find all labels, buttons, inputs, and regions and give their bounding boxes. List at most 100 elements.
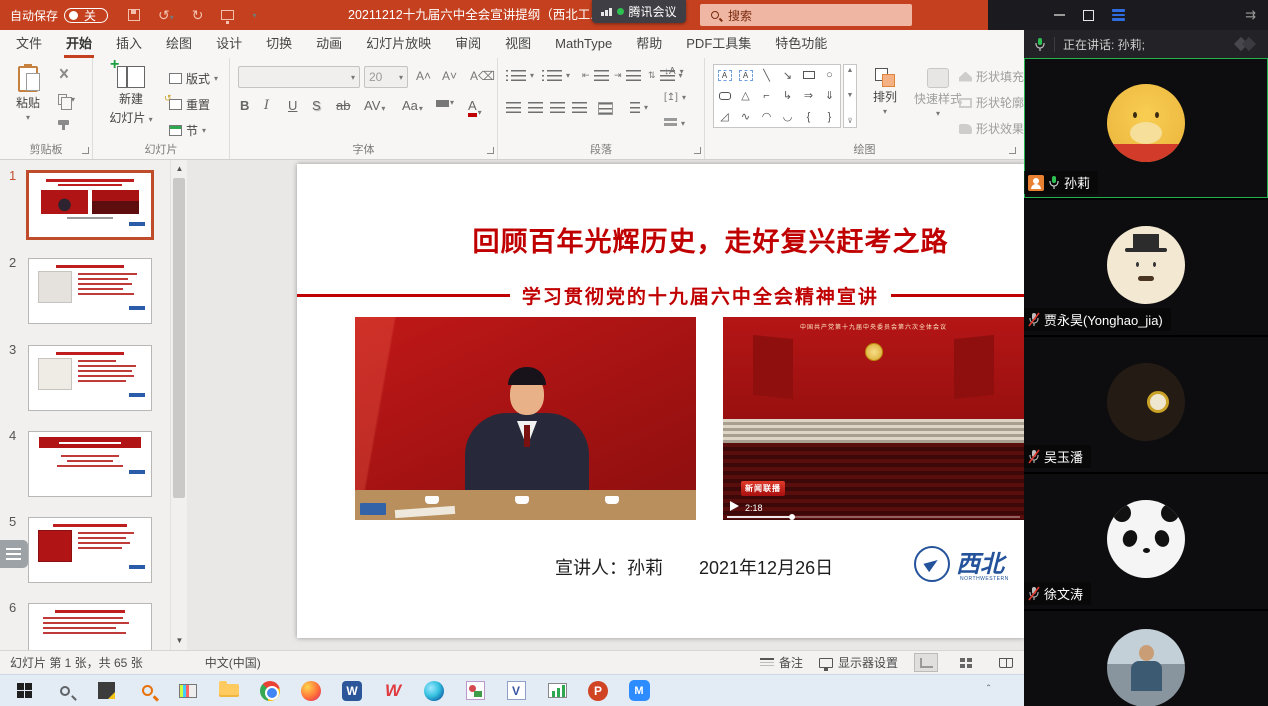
clipboard-dialog-launcher[interactable]: [82, 147, 89, 154]
italic-button[interactable]: I: [264, 98, 269, 113]
scrollbar-thumb[interactable]: [173, 178, 185, 498]
participant-tile[interactable]: 吴玉潘: [1024, 337, 1268, 474]
elbow-connector-icon[interactable]: ⌐: [763, 90, 769, 102]
tab-insert[interactable]: 插入: [104, 30, 154, 58]
participant-tile[interactable]: 贾永昊(Yonghao_jia): [1024, 200, 1268, 337]
tab-animations[interactable]: 动画: [304, 30, 354, 58]
slide-thumbnail-2[interactable]: [28, 258, 152, 324]
rounded-rectangle-shape-icon[interactable]: [719, 92, 731, 100]
paste-button[interactable]: 粘贴▾: [8, 66, 48, 122]
menu-icon[interactable]: [1112, 9, 1125, 21]
video-progress-bar[interactable]: [727, 516, 1020, 518]
notes-app-icon[interactable]: [94, 679, 118, 703]
normal-view-button[interactable]: [914, 653, 938, 672]
textbox-horizontal-icon[interactable]: A: [718, 70, 732, 81]
textbox-vertical-icon[interactable]: A: [739, 70, 753, 81]
shapes-gallery[interactable]: A A ╲ ↘ ○ △ ⌐ ↳ ⇒ ⇓ ◿ ∿ ◠ ◡ { }: [713, 64, 841, 128]
slide-thumbnail-5[interactable]: [28, 517, 152, 583]
news-video-player[interactable]: 中国共产党第十九届中央委员会第六次全体会议 新闻联播 2:18: [723, 317, 1024, 520]
elbow-arrow-connector-icon[interactable]: ↳: [783, 89, 792, 102]
slide-thumbnail-1[interactable]: [26, 170, 154, 240]
clear-formatting-button[interactable]: A⌫: [470, 69, 495, 83]
tab-draw[interactable]: 绘图: [154, 30, 204, 58]
shape-fill-button[interactable]: 形状填充▾: [959, 68, 1032, 85]
section-button[interactable]: 节▾: [169, 122, 206, 139]
file-explorer-icon[interactable]: [217, 679, 241, 703]
highlight-button[interactable]: ▾: [436, 98, 454, 107]
tab-pdf-tools[interactable]: PDF工具集: [674, 30, 763, 58]
numbering-button[interactable]: ▾: [542, 70, 570, 81]
side-panel-handle[interactable]: [0, 540, 28, 568]
tab-help[interactable]: 帮助: [624, 30, 674, 58]
start-slideshow-icon[interactable]: [221, 10, 234, 20]
character-spacing-button[interactable]: AV▾: [364, 98, 385, 113]
oval-shape-icon[interactable]: ○: [826, 69, 833, 81]
windows-start-icon[interactable]: [12, 679, 36, 703]
thumbnail-scrollbar[interactable]: ▲ ▼: [170, 160, 187, 650]
slide-thumbnail-3[interactable]: [28, 345, 152, 411]
font-color-button[interactable]: A▾: [468, 98, 482, 117]
save-icon[interactable]: [128, 9, 140, 21]
participant-tile[interactable]: 孙莉: [1024, 58, 1268, 200]
align-text-button[interactable]: [↥]▾: [664, 92, 686, 103]
firefox-icon[interactable]: [299, 679, 323, 703]
shapes-gallery-scroll[interactable]: ▲▼⊽: [843, 64, 857, 128]
participant-tile[interactable]: 徐文涛: [1024, 474, 1268, 611]
tab-special-features[interactable]: 特色功能: [763, 30, 839, 58]
bold-button[interactable]: B: [240, 98, 249, 113]
progress-handle[interactable]: [789, 514, 795, 520]
autosave-toggle[interactable]: 自动保存 关: [10, 7, 108, 24]
copy-button[interactable]: ▾: [58, 94, 75, 105]
notes-button[interactable]: 备注: [760, 654, 803, 671]
arrow-shape-icon[interactable]: ↘: [783, 69, 792, 82]
language-indicator[interactable]: 中文(中国): [205, 654, 261, 671]
maximize-icon[interactable]: [1083, 10, 1094, 21]
down-arrow-shape-icon[interactable]: ⇓: [825, 89, 834, 102]
search-input[interactable]: 搜索: [700, 4, 912, 26]
play-icon[interactable]: [730, 501, 739, 511]
font-dialog-launcher[interactable]: [487, 147, 494, 154]
taskbar-search-icon[interactable]: [53, 679, 77, 703]
left-brace-shape-icon[interactable]: {: [807, 111, 811, 123]
align-center-button[interactable]: [528, 102, 543, 113]
shape-effects-button[interactable]: 形状效果▾: [959, 120, 1032, 137]
redo-icon[interactable]: ↻: [192, 7, 204, 24]
rectangle-shape-icon[interactable]: [803, 71, 815, 79]
align-left-button[interactable]: [506, 102, 521, 113]
decrease-indent-button[interactable]: ⇤: [582, 70, 609, 81]
arc-shape-icon[interactable]: ◠: [762, 110, 772, 123]
quick-access-chevron-icon[interactable]: ▾: [252, 11, 256, 20]
slide-thumbnail-6[interactable]: [28, 603, 152, 650]
shrink-font-button[interactable]: A˅: [442, 69, 457, 83]
triangle-shape-icon[interactable]: △: [741, 89, 749, 102]
change-case-button[interactable]: Aa▾: [402, 98, 423, 113]
align-right-button[interactable]: [550, 102, 565, 113]
strikethrough-button[interactable]: ab: [336, 98, 350, 113]
search-tool-icon[interactable]: [135, 679, 159, 703]
archive-app-icon[interactable]: [176, 679, 200, 703]
layout-button[interactable]: 版式▾: [169, 70, 218, 87]
slideshow-tool-icon[interactable]: [545, 679, 569, 703]
tab-mathtype[interactable]: MathType: [543, 30, 624, 58]
shape-outline-button[interactable]: 形状轮廓▾: [959, 94, 1032, 111]
edge-icon[interactable]: [422, 679, 446, 703]
word-icon[interactable]: W: [340, 679, 364, 703]
freeform-shape-icon[interactable]: ◿: [720, 110, 728, 123]
columns-button[interactable]: ▾: [630, 102, 648, 113]
tab-review[interactable]: 审阅: [443, 30, 493, 58]
font-name-combo[interactable]: ▾: [238, 66, 360, 88]
scroll-up-icon[interactable]: ▲: [171, 160, 188, 176]
arrange-button[interactable]: 排列▾: [863, 68, 907, 116]
display-settings-button[interactable]: 显示器设置: [819, 654, 898, 671]
right-arrow-shape-icon[interactable]: ⇒: [804, 89, 813, 102]
drawing-dialog-launcher[interactable]: [1009, 147, 1016, 154]
reading-view-button[interactable]: [994, 653, 1018, 672]
powerpoint-icon[interactable]: P: [586, 679, 610, 703]
slide-sorter-view-button[interactable]: [954, 653, 978, 672]
font-size-combo[interactable]: 20▾: [364, 66, 408, 88]
photos-app-icon[interactable]: [463, 679, 487, 703]
cut-button[interactable]: [58, 68, 69, 79]
scribble-shape-icon[interactable]: ∿: [741, 110, 750, 123]
reset-button[interactable]: 重置: [169, 96, 210, 113]
tab-design[interactable]: 设计: [204, 30, 254, 58]
